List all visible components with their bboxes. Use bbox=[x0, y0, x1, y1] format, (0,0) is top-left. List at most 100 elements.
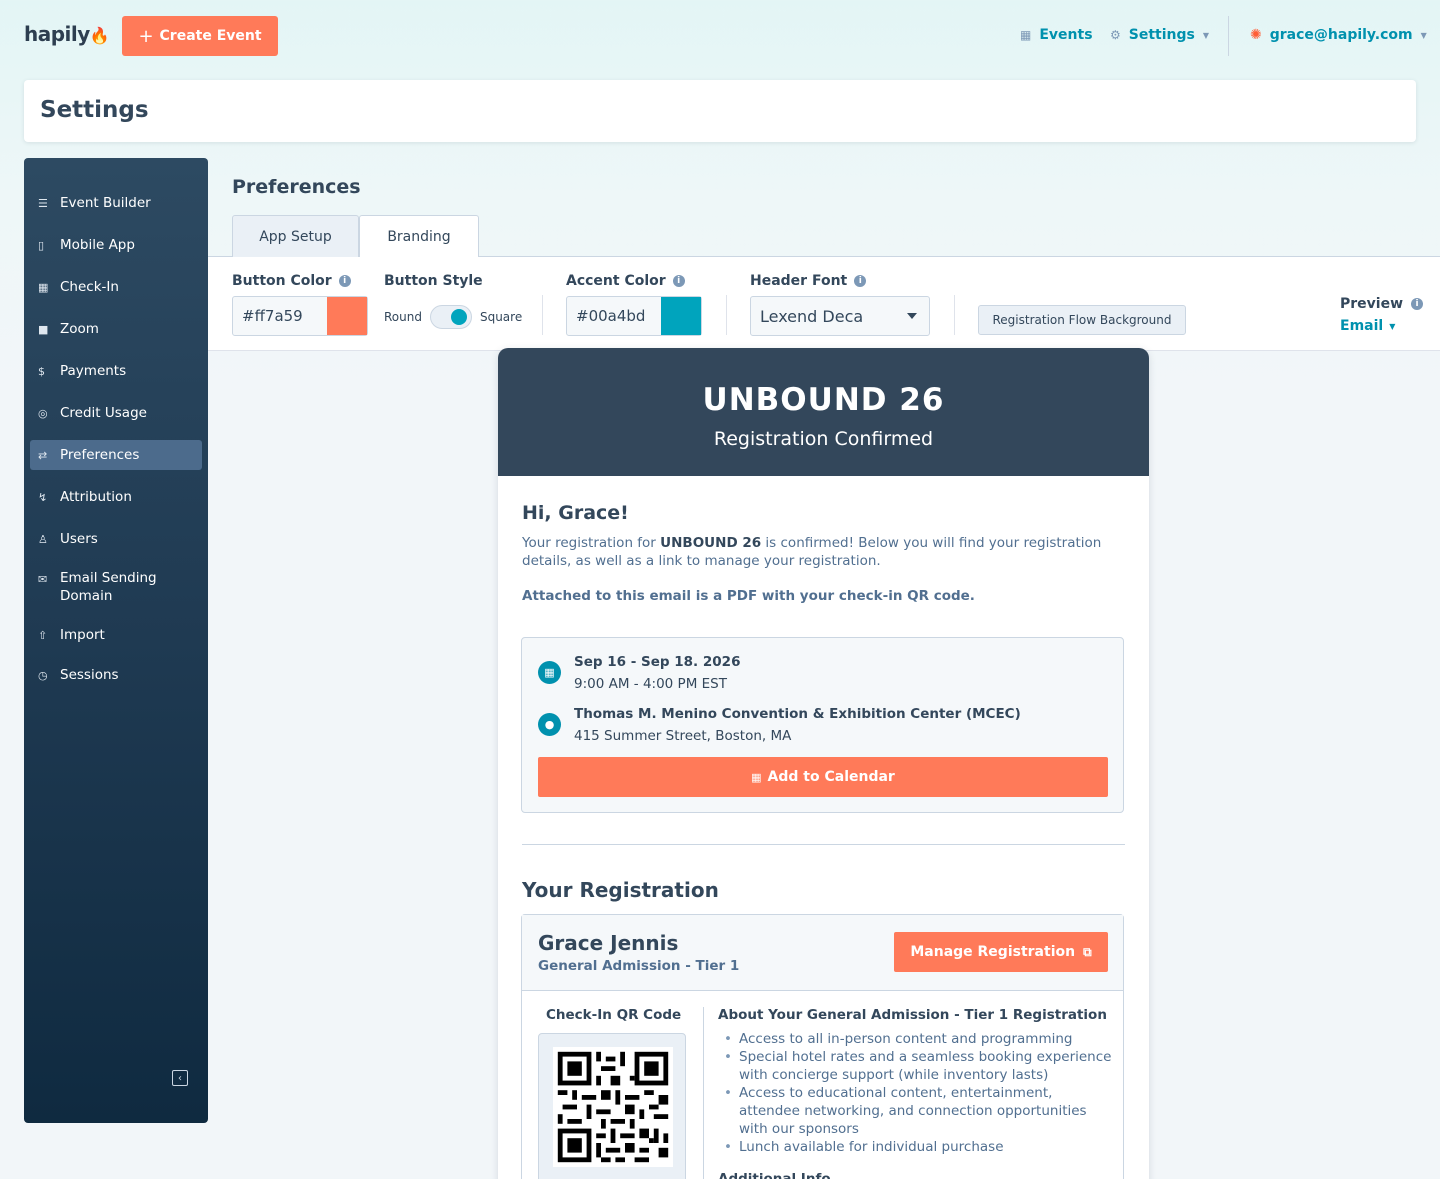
tab-branding[interactable]: Branding bbox=[359, 215, 479, 258]
style-round-label: Round bbox=[384, 310, 422, 324]
info-icon[interactable]: i bbox=[338, 275, 351, 287]
preferences-icon: ⇄ bbox=[38, 448, 48, 462]
nav-events-link[interactable]: ▦ Events bbox=[1020, 27, 1093, 43]
accent-color-input[interactable]: #00a4bd bbox=[566, 296, 702, 336]
add-to-calendar-button[interactable]: ▦ Add to Calendar bbox=[538, 757, 1108, 797]
user-account-menu[interactable]: ✺ grace@hapily.com ▼ bbox=[1250, 27, 1427, 43]
video-icon: ■ bbox=[38, 322, 49, 336]
sidebar-item-check-in[interactable]: ▦ Check-In bbox=[30, 272, 202, 302]
registration-card: Grace Jennis General Admission - Tier 1 … bbox=[521, 914, 1124, 1179]
sidebar-item-email-sending-domain[interactable]: ✉ Email Sending Domain bbox=[30, 569, 202, 609]
calendar-icon: ▦ bbox=[538, 661, 561, 684]
email-greeting: Hi, Grace! bbox=[522, 502, 629, 524]
button-style-toggle-group: Round Square bbox=[384, 305, 522, 329]
accent-color-label: Accent Color i bbox=[566, 273, 685, 289]
sidebar-item-payments[interactable]: $ Payments bbox=[30, 356, 202, 386]
attribution-icon: ↯ bbox=[38, 490, 48, 504]
registration-card-divider bbox=[703, 1007, 704, 1179]
collapse-sidebar-icon[interactable]: ‹ bbox=[172, 1070, 188, 1086]
email-header-subtitle: Registration Confirmed bbox=[713, 428, 934, 450]
list-item: Access to educational content, entertain… bbox=[722, 1084, 1114, 1138]
header-font-select[interactable]: Lexend Deca bbox=[750, 296, 930, 336]
button-color-input[interactable]: #ff7a59 bbox=[232, 296, 368, 336]
sidebar-item-import[interactable]: ⇧ Import bbox=[30, 620, 202, 650]
gear-icon: ⚙ bbox=[1110, 28, 1121, 42]
info-icon[interactable]: i bbox=[1411, 298, 1424, 310]
list-item: Lunch available for individual purchase bbox=[722, 1138, 1114, 1156]
hubspot-icon: ✺ bbox=[1250, 27, 1262, 43]
sidebar-item-zoom[interactable]: ■ Zoom bbox=[30, 314, 202, 344]
event-times: 9:00 AM - 4:00 PM EST bbox=[574, 676, 727, 692]
qr-code-box bbox=[538, 1033, 686, 1179]
create-event-button[interactable]: + Create Event bbox=[122, 16, 278, 56]
external-link-icon: ⧉ bbox=[1083, 944, 1092, 959]
sidebar-item-mobile-app[interactable]: ▯ Mobile App bbox=[30, 230, 202, 260]
sidebar-item-preferences[interactable]: ⇄ Preferences bbox=[30, 440, 202, 470]
branding-toolbar: Button Color i #ff7a59 Button Style Round… bbox=[208, 257, 1440, 351]
clock-icon: ◷ bbox=[38, 668, 48, 682]
main-content: Preferences App Setup Branding Button Co… bbox=[208, 158, 1440, 1179]
accent-color-swatch[interactable] bbox=[661, 297, 701, 335]
hapily-logo[interactable]: hapily🔥 bbox=[24, 22, 110, 46]
sidebar-item-event-builder[interactable]: ☰ Event Builder bbox=[30, 188, 202, 218]
settings-sidebar: ☰ Event Builder ▯ Mobile App ▦ Check-In ■ Zo… bbox=[24, 158, 208, 1123]
registration-flow-background-button[interactable]: Registration Flow Background bbox=[978, 305, 1186, 335]
attendee-tier: General Admission - Tier 1 bbox=[538, 958, 740, 974]
settings-header-card: Settings bbox=[24, 80, 1416, 142]
email-attachment-note: Attached to this email is a PDF with you… bbox=[522, 588, 975, 604]
upload-icon: ⇧ bbox=[38, 628, 48, 642]
calendar-icon: ▦ bbox=[1020, 28, 1032, 42]
additional-info-heading: Additional Info bbox=[718, 1171, 831, 1179]
qr-code-graphic bbox=[553, 1047, 673, 1167]
tab-app-setup[interactable]: App Setup bbox=[232, 215, 359, 257]
about-registration-title: About Your General Admission - Tier 1 Re… bbox=[718, 1007, 1107, 1023]
button-color-swatch[interactable] bbox=[327, 297, 367, 335]
sidebar-item-credit-usage[interactable]: ◎ Credit Usage bbox=[30, 398, 202, 428]
style-square-label: Square bbox=[479, 310, 523, 324]
credit-icon: ◎ bbox=[38, 406, 48, 420]
button-style-toggle[interactable] bbox=[429, 305, 472, 329]
chevron-down-icon: ▼ bbox=[1389, 321, 1396, 331]
calendar-icon: ▦ bbox=[751, 770, 762, 784]
registration-card-header: Grace Jennis General Admission - Tier 1 … bbox=[522, 915, 1123, 991]
email-preview: UNBOUND 26 Registration Confirmed Hi, Gr… bbox=[498, 348, 1149, 1179]
list-item: Access to all in-person content and prog… bbox=[722, 1030, 1114, 1048]
users-icon: ♙ bbox=[38, 532, 48, 546]
section-divider bbox=[522, 844, 1125, 845]
info-icon[interactable]: i bbox=[854, 275, 867, 287]
top-nav-bar: hapily🔥 + Create Event ▦ Events ⚙ Settings ▼… bbox=[0, 0, 1440, 72]
qr-code-label: Check-In QR Code bbox=[546, 1007, 682, 1023]
toggle-knob bbox=[450, 309, 467, 325]
info-icon[interactable]: i bbox=[672, 275, 685, 287]
event-address: 415 Summer Street, Boston, MA bbox=[574, 728, 792, 744]
event-dates: Sep 16 - Sep 18. 2026 bbox=[574, 654, 741, 670]
manage-registration-button[interactable]: Manage Registration ⧉ bbox=[894, 932, 1108, 972]
button-style-label: Button Style bbox=[384, 273, 483, 289]
chevron-down-icon: ▼ bbox=[1202, 30, 1210, 40]
qr-icon: ▦ bbox=[38, 280, 49, 294]
section-title: Preferences bbox=[232, 176, 361, 198]
nav-settings-menu[interactable]: ⚙ Settings ▼ bbox=[1110, 27, 1209, 43]
list-icon: ☰ bbox=[38, 196, 48, 210]
mail-icon: ✉ bbox=[38, 573, 48, 586]
qr-code-image bbox=[553, 1047, 673, 1167]
sidebar-item-attribution[interactable]: ↯ Attribution bbox=[30, 482, 202, 512]
sidebar-item-users[interactable]: ♙ Users bbox=[30, 524, 202, 554]
list-item: Special hotel rates and a seamless booki… bbox=[722, 1048, 1114, 1084]
email-header: UNBOUND 26 Registration Confirmed bbox=[498, 348, 1149, 476]
location-pin-icon: ● bbox=[538, 713, 561, 736]
flame-icon: 🔥 bbox=[89, 26, 110, 45]
chevron-down-icon: ▼ bbox=[1420, 30, 1427, 40]
preview-select[interactable]: Email ▼ bbox=[1340, 318, 1395, 334]
email-intro-text: Your registration for UNBOUND 26 is conf… bbox=[522, 535, 1102, 569]
attendee-name: Grace Jennis bbox=[538, 931, 679, 955]
about-registration-list: Access to all in-person content and prog… bbox=[722, 1030, 1114, 1156]
email-event-name: UNBOUND 26 bbox=[702, 382, 945, 418]
header-font-label: Header Font i bbox=[750, 273, 867, 289]
preview-label: Preview i bbox=[1340, 296, 1424, 312]
your-registration-heading: Your Registration bbox=[522, 878, 719, 902]
toolbar-divider bbox=[954, 295, 955, 335]
dollar-icon: $ bbox=[38, 364, 45, 378]
sidebar-item-sessions[interactable]: ◷ Sessions bbox=[30, 660, 202, 690]
page-title: Settings bbox=[40, 97, 149, 123]
